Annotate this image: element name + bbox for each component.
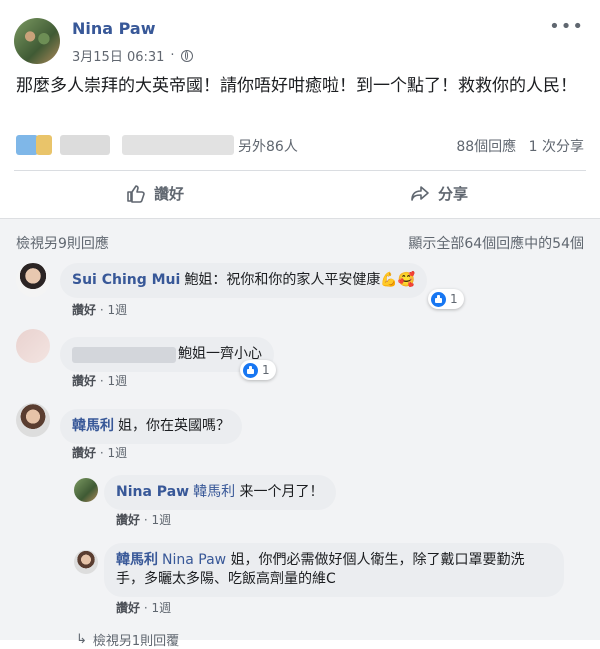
divider [14, 170, 586, 171]
share-count[interactable]: 1 次分享 [529, 139, 584, 155]
reply-text: 来一个月了！ [239, 484, 324, 500]
likers-names-blurred[interactable] [122, 135, 234, 155]
reply-actions: 讚好 · 1週 [116, 513, 172, 527]
comment-bubble: 韓馬利 姐，你在英國嗎？ [60, 409, 242, 444]
post-card: Nina Paw 3月15日 06:31 · ••• 那麼多人崇拜的大英帝國！請… [0, 0, 600, 219]
comment-time[interactable]: 1週 [107, 446, 127, 460]
comment-actions: 讚好 · 1週 [72, 374, 128, 388]
reply-like-link[interactable]: 讚好 [116, 513, 140, 527]
share-arrow-icon [411, 186, 429, 201]
comment-author-blurred[interactable] [72, 346, 176, 363]
post-meta: 3月15日 06:31 · [72, 46, 193, 65]
reaction-icons-blurred[interactable] [16, 135, 38, 155]
reply-time[interactable]: 1週 [151, 601, 171, 615]
comment-time[interactable]: 1週 [107, 374, 127, 388]
post-author[interactable]: Nina Paw [72, 19, 156, 38]
comment-reactions[interactable]: 1 [428, 289, 464, 309]
comment-time[interactable]: 1週 [107, 303, 127, 317]
comment-text: 鮑姐：祝你和你的家人平安健康💪🥰 [184, 272, 416, 288]
reaction-count: 1 [450, 292, 458, 306]
comment-bubble: Sui Ching Mui 鮑姐：祝你和你的家人平安健康💪🥰 [60, 263, 428, 298]
like-button[interactable]: 讚好 [126, 178, 184, 208]
comment-text: 姐，你在英國嗎？ [118, 418, 230, 434]
comment-reactions[interactable]: 1 [240, 360, 276, 380]
share-label: 分享 [438, 184, 469, 203]
post-timestamp[interactable]: 3月15日 06:31 [72, 46, 164, 65]
thumbs-up-icon [127, 185, 145, 203]
reply-avatar[interactable] [74, 550, 98, 574]
reply-author[interactable]: Nina Paw [116, 484, 189, 500]
reply-bubble: Nina Paw 韓馬利 来一个月了！ [104, 475, 336, 510]
reply-actions: 讚好 · 1週 [116, 601, 172, 615]
commenter-avatar[interactable] [16, 263, 50, 297]
commenter-avatar[interactable] [16, 403, 50, 437]
view-more-comments[interactable]: 檢視另9則回應 [16, 233, 109, 253]
comment-like-link[interactable]: 讚好 [72, 374, 96, 388]
likers-names-blurred[interactable] [60, 135, 110, 155]
reply-mention[interactable]: 韓馬利 [193, 484, 235, 500]
reply-time[interactable]: 1週 [151, 513, 171, 527]
comment-count[interactable]: 88個回應 [456, 139, 516, 155]
reaction-icons-blurred[interactable] [36, 135, 52, 155]
like-label: 讚好 [154, 184, 185, 203]
comment-like-link[interactable]: 讚好 [72, 446, 96, 460]
reply-like-link[interactable]: 讚好 [116, 601, 140, 615]
share-button[interactable]: 分享 [410, 178, 468, 208]
comment-actions: 讚好 · 1週 [72, 303, 128, 317]
more-options-icon[interactable]: ••• [549, 16, 584, 37]
reply-avatar[interactable] [74, 478, 98, 502]
comments-shown-count: 顯示全部64個回應中的54個 [408, 236, 584, 252]
like-reaction-icon [243, 362, 258, 378]
comments-section: 檢視另9則回應 顯示全部64個回應中的54個 Sui Ching Mui 鮑姐：祝… [0, 219, 600, 649]
comment-like-link[interactable]: 讚好 [72, 303, 96, 317]
comment-author[interactable]: 韓馬利 [72, 418, 114, 434]
reply-author[interactable]: 韓馬利 [116, 552, 158, 568]
globe-icon [180, 49, 193, 62]
comment-author[interactable]: Sui Ching Mui [72, 272, 180, 288]
comment-actions: 讚好 · 1週 [72, 446, 128, 460]
like-reaction-icon [431, 291, 446, 307]
reaction-count: 1 [262, 363, 270, 377]
author-avatar[interactable] [14, 18, 60, 64]
post-text: 那麼多人崇拜的大英帝國！請你唔好咁癒啦！到一个點了！救救你的人民！ [16, 76, 577, 96]
post-stats: 88個回應 1 次分享 [456, 136, 584, 156]
commenter-avatar-blurred[interactable] [16, 329, 50, 363]
likers-count[interactable]: 另外86人 [238, 136, 298, 156]
reply-bubble: 韓馬利 Nina Paw 姐，你們必需做好個人衛生，除了戴口罩要勤洗手，多曬太多陽… [104, 543, 564, 597]
reply-mention[interactable]: Nina Paw [162, 552, 226, 568]
